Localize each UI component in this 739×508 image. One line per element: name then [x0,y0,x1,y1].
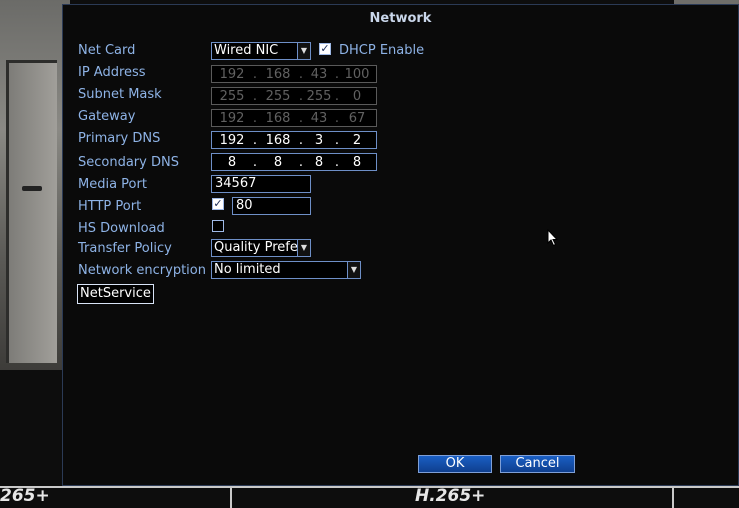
hs-download-label: HS Download [78,221,165,236]
ip-octet: 8 [352,154,362,170]
ip-octet: 168 [265,66,291,82]
primary-dns-field[interactable]: 192. 168. 3. 2 [211,131,377,149]
dialog-title: Network [369,11,432,26]
ok-button[interactable]: OK [418,455,492,473]
ip-octet: 3 [314,132,324,148]
network-encryption-value: No limited [214,262,281,277]
hs-download-checkbox[interactable] [212,220,224,232]
ip-octet: 168 [265,110,291,126]
http-port-label: HTTP Port [78,199,142,214]
ip-octet: 192 [219,66,245,82]
http-port-input[interactable]: 80 [232,197,311,215]
ip-octet: 43 [310,110,328,126]
ip-address-label: IP Address [78,65,146,80]
net-card-value: Wired NIC [214,43,279,58]
codec-label-center: H.265+ [415,486,486,506]
subnet-mask-label: Subnet Mask [78,87,162,102]
media-port-label: Media Port [78,177,147,192]
net-card-select[interactable]: Wired NIC ▼ [211,42,311,60]
network-encryption-select[interactable]: No limited ▼ [211,261,361,279]
ip-octet: 8 [273,154,283,170]
secondary-dns-field[interactable]: 8. 8. 8. 8 [211,153,377,171]
media-port-input[interactable]: 34567 [211,175,311,193]
ip-octet: 100 [344,66,370,82]
net-card-label: Net Card [78,43,136,58]
dropdown-arrow-icon[interactable]: ▼ [347,262,360,278]
gateway-label: Gateway [78,109,136,124]
grid-divider-vertical [230,488,232,508]
netservice-button[interactable]: NetService [77,284,154,304]
network-dialog: Network Net Card Wired NIC ▼ ✓ DHCP Enab… [62,4,739,486]
codec-label-left: 265+ [0,486,50,506]
subnet-mask-field[interactable]: 255. 255. 255. 0 [211,87,377,105]
transfer-policy-value: Quality Prefe [214,240,298,255]
ip-octet: 0 [352,88,362,104]
ip-octet: 67 [348,110,366,126]
gateway-field[interactable]: 192. 168. 43. 67 [211,109,377,127]
http-port-checkbox[interactable]: ✓ [212,198,224,210]
transfer-policy-select[interactable]: Quality Prefe ▼ [211,239,311,257]
transfer-policy-label: Transfer Policy [78,241,172,256]
ip-octet: 8 [227,154,237,170]
ip-octet: 168 [265,132,291,148]
ip-octet: 2 [352,132,362,148]
dhcp-checkbox[interactable]: ✓ [319,43,331,55]
dropdown-arrow-icon[interactable]: ▼ [297,43,310,59]
camera-feed-door-handle [22,186,42,191]
ip-octet: 192 [219,132,245,148]
cancel-button[interactable]: Cancel [500,455,575,473]
secondary-dns-label: Secondary DNS [78,155,179,170]
camera-feed-background [0,0,70,370]
dhcp-label: DHCP Enable [339,43,425,58]
mouse-cursor-icon [547,229,559,247]
network-encryption-label: Network encryption [78,263,206,278]
grid-divider-vertical [672,488,674,508]
ip-octet: 255 [306,88,332,104]
ip-octet: 192 [219,110,245,126]
ip-address-field[interactable]: 192. 168. 43. 100 [211,65,377,83]
ip-octet: 43 [310,66,328,82]
primary-dns-label: Primary DNS [78,131,161,146]
ip-octet: 255 [219,88,245,104]
dropdown-arrow-icon[interactable]: ▼ [297,240,310,256]
ip-octet: 255 [265,88,291,104]
grid-divider-horizontal [0,486,739,488]
ip-octet: 8 [314,154,324,170]
camera-feed-door [6,60,57,363]
